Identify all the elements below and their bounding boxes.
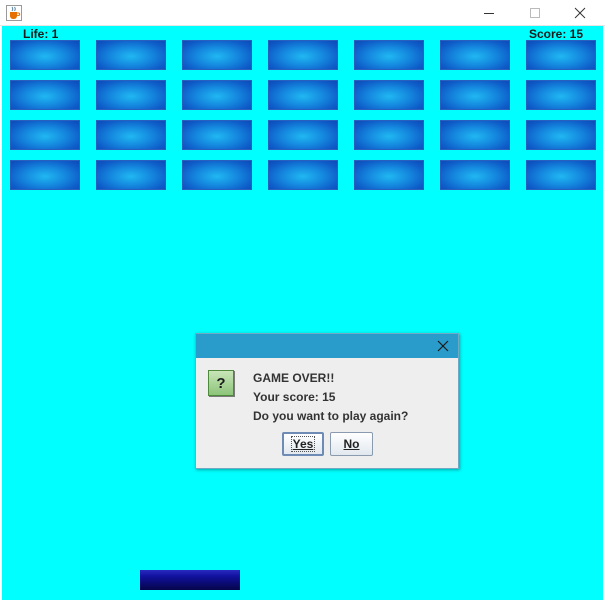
- life-counter: Life: 1: [23, 27, 59, 41]
- minimize-icon: [484, 13, 494, 14]
- dialog-close-button[interactable]: [436, 339, 450, 353]
- game-canvas[interactable]: Life: 1 Score: 15 ? GAME OVER!! Your sco…: [2, 26, 603, 600]
- brick: [96, 160, 166, 190]
- brick: [10, 160, 80, 190]
- brick: [10, 120, 80, 150]
- score-counter: Score: 15: [529, 27, 584, 41]
- java-cup-icon: [6, 5, 22, 21]
- brick: [268, 40, 338, 70]
- brick: [526, 160, 596, 190]
- brick: [268, 160, 338, 190]
- brick: [96, 40, 166, 70]
- brick: [96, 80, 166, 110]
- no-button-label: No: [343, 437, 360, 451]
- brick: [182, 80, 252, 110]
- brick: [354, 160, 424, 190]
- game-over-dialog: ? GAME OVER!! Your score: 15 Do you want…: [195, 333, 459, 469]
- play-again-prompt: Do you want to play again?: [253, 409, 409, 423]
- no-button[interactable]: No: [330, 432, 373, 456]
- brick: [526, 120, 596, 150]
- window-titlebar: [0, 0, 605, 26]
- brick: [526, 40, 596, 70]
- brick: [182, 160, 252, 190]
- brick: [526, 80, 596, 110]
- maximize-button[interactable]: [512, 0, 558, 26]
- brick: [96, 120, 166, 150]
- brick: [440, 120, 510, 150]
- final-score-message: Your score: 15: [253, 390, 336, 404]
- close-icon: [574, 7, 586, 19]
- yes-button-label: Yes: [290, 436, 316, 452]
- brick: [440, 160, 510, 190]
- brick: [354, 80, 424, 110]
- maximize-icon: [530, 8, 540, 18]
- yes-button[interactable]: Yes: [282, 432, 324, 456]
- close-button[interactable]: [557, 0, 603, 26]
- brick: [354, 120, 424, 150]
- dialog-titlebar: [196, 334, 458, 358]
- brick: [440, 80, 510, 110]
- brick: [182, 120, 252, 150]
- brick: [10, 80, 80, 110]
- brick: [354, 40, 424, 70]
- paddle[interactable]: [140, 570, 240, 590]
- minimize-button[interactable]: [466, 0, 512, 26]
- brick: [10, 40, 80, 70]
- brick: [182, 40, 252, 70]
- brick: [268, 120, 338, 150]
- question-icon: ?: [208, 370, 234, 396]
- brick: [268, 80, 338, 110]
- close-icon: [437, 340, 449, 352]
- brick: [440, 40, 510, 70]
- game-over-message: GAME OVER!!: [253, 371, 335, 385]
